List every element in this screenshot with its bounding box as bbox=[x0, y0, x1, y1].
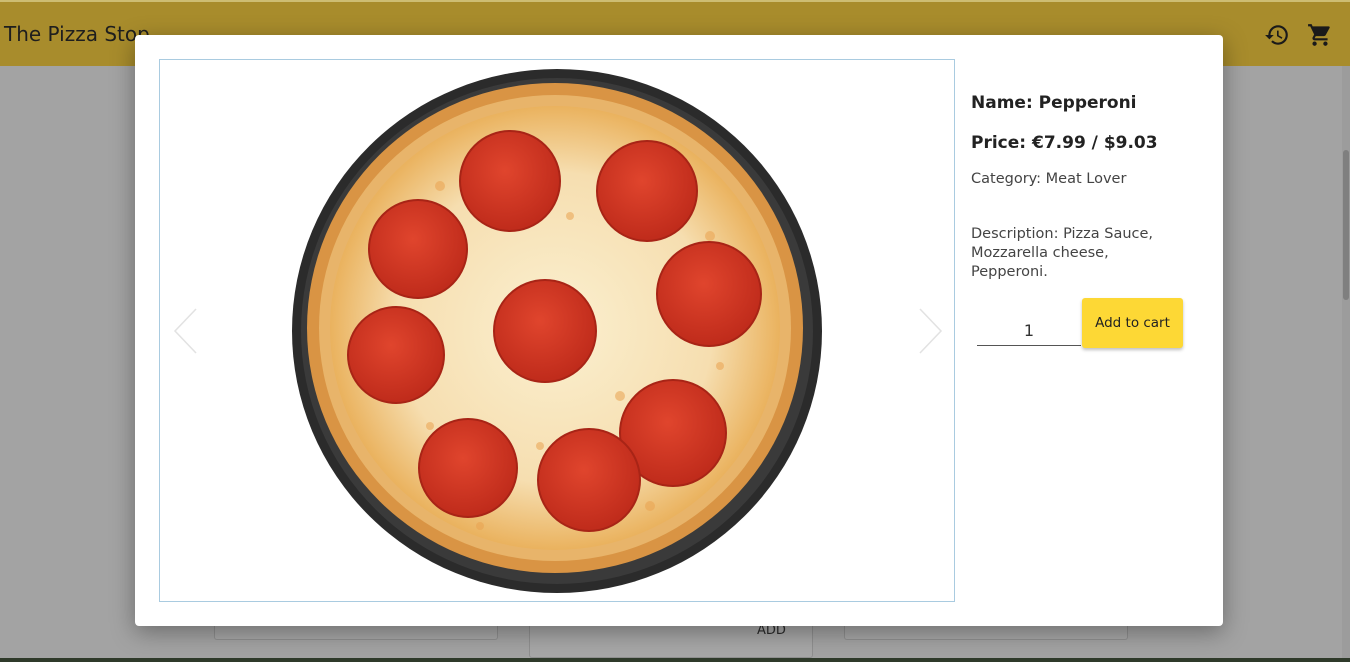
cart-icon[interactable] bbox=[1307, 22, 1333, 48]
product-category: Category: Meat Lover bbox=[971, 171, 1127, 187]
pizza-image bbox=[292, 69, 822, 593]
product-name: Name: Pepperoni bbox=[971, 93, 1137, 113]
scrollbar-thumb[interactable] bbox=[1343, 150, 1349, 300]
product-dialog: Name: Pepperoni Price: €7.99 / $9.03 Cat… bbox=[135, 35, 1223, 626]
product-info: Name: Pepperoni Price: €7.99 / $9.03 Cat… bbox=[971, 93, 1201, 282]
carousel-prev-icon[interactable] bbox=[172, 306, 202, 356]
app-title: The Pizza Stop bbox=[4, 22, 150, 46]
carousel-next-icon[interactable] bbox=[914, 306, 944, 356]
image-carousel bbox=[159, 59, 955, 602]
add-to-cart-button[interactable]: Add to cart bbox=[1082, 298, 1183, 348]
page-scrollbar[interactable] bbox=[1342, 66, 1350, 658]
history-icon[interactable] bbox=[1264, 22, 1290, 48]
product-price: Price: €7.99 / $9.03 bbox=[971, 133, 1158, 153]
bottom-strip bbox=[0, 658, 1350, 662]
quantity-input[interactable] bbox=[977, 315, 1081, 346]
product-description: Description: Pizza Sauce, Mozzarella che… bbox=[971, 226, 1154, 280]
